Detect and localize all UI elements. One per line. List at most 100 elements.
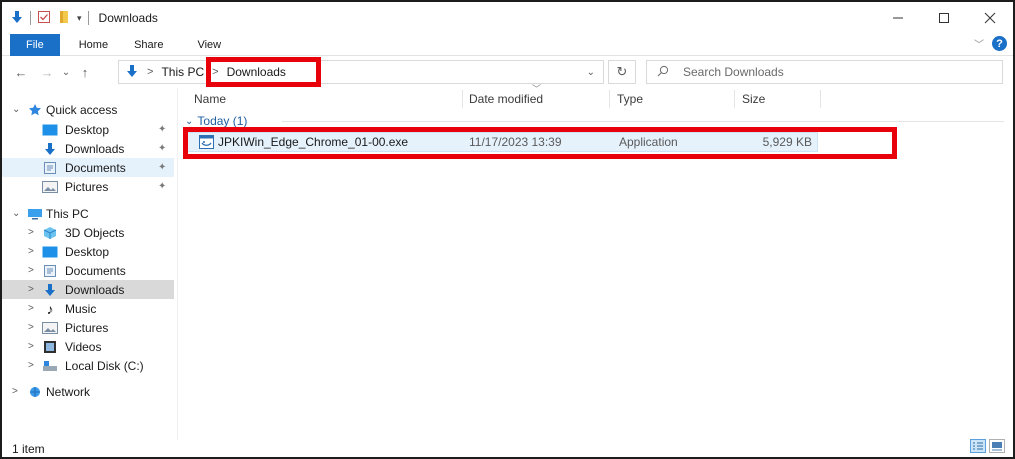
sidebar-item-quick-access[interactable]: ⌄ Quick access — [2, 100, 174, 119]
column-header-name[interactable]: Name — [194, 90, 226, 108]
sidebar-item-desktop[interactable]: > Desktop — [2, 242, 174, 261]
ribbon-right-controls: ﹀ ? — [974, 36, 1007, 51]
sidebar-item-pictures-pinned[interactable]: Pictures ✦ — [2, 177, 174, 196]
sidebar-item-local-disk[interactable]: > Local Disk (C:) — [2, 356, 174, 375]
minimize-button[interactable] — [875, 2, 921, 34]
breadcrumb-separator-icon[interactable]: > — [147, 66, 153, 78]
expand-arrow-icon[interactable]: > — [28, 303, 34, 314]
documents-icon — [42, 264, 58, 278]
sidebar-item-3d-objects[interactable]: > 3D Objects — [2, 223, 174, 242]
sidebar-item-desktop-pinned[interactable]: Desktop ✦ — [2, 120, 174, 139]
sidebar-item-label: Music — [65, 301, 97, 316]
properties-check-icon[interactable] — [37, 10, 51, 27]
expand-arrow-icon[interactable]: > — [28, 341, 34, 352]
new-folder-icon[interactable] — [57, 10, 71, 27]
sidebar-item-downloads-pinned[interactable]: Downloads ✦ — [2, 139, 174, 158]
expand-arrow-icon[interactable]: > — [28, 265, 34, 276]
sidebar-item-label: Desktop — [65, 122, 110, 137]
search-input[interactable]: Search Downloads — [646, 60, 1003, 84]
downloads-icon — [42, 142, 58, 156]
details-view-button[interactable] — [970, 439, 986, 453]
3d-objects-icon — [42, 226, 58, 240]
navigation-pane: ⌄ Quick access Desktop ✦ Downloads ✦ Doc… — [2, 88, 177, 440]
expand-chevron-icon[interactable]: ⌄ — [12, 208, 20, 219]
collapse-group-chevron-icon[interactable]: ⌄ — [185, 116, 193, 127]
group-divider — [282, 121, 1004, 122]
sidebar-item-label: Pictures — [65, 179, 109, 194]
back-button[interactable]: ← — [10, 65, 32, 80]
downloads-arrow-icon — [10, 10, 24, 27]
expand-arrow-icon[interactable]: > — [28, 360, 34, 371]
group-header-today[interactable]: ⌄ Today (1) — [185, 114, 247, 128]
view-toggle — [970, 439, 1005, 453]
maximize-button[interactable] — [921, 2, 967, 34]
sidebar-item-label: Local Disk (C:) — [65, 358, 144, 373]
title-divider — [87, 11, 89, 25]
forward-button[interactable]: → — [36, 65, 58, 80]
expand-arrow-icon[interactable]: > — [28, 227, 34, 238]
music-icon: ♪ — [46, 300, 54, 317]
sidebar-item-videos[interactable]: > Videos — [2, 337, 174, 356]
sidebar-item-pictures[interactable]: > Pictures — [2, 318, 174, 337]
column-header-type[interactable]: Type — [617, 90, 643, 108]
expand-arrow-icon[interactable]: > — [28, 246, 34, 257]
help-icon[interactable]: ? — [992, 36, 1007, 51]
network-icon — [27, 385, 43, 399]
pictures-icon — [42, 321, 58, 335]
sidebar-item-label: This PC — [46, 206, 89, 221]
pin-icon[interactable]: ✦ — [158, 143, 166, 154]
hard-drive-icon — [42, 359, 58, 373]
expand-ribbon-chevron-icon[interactable]: ﹀ — [974, 36, 984, 51]
up-button[interactable]: ↑ — [74, 65, 96, 80]
pin-icon[interactable]: ✦ — [158, 181, 166, 192]
videos-icon — [42, 340, 58, 354]
sidebar-item-label: Desktop — [65, 244, 110, 259]
column-divider[interactable] — [609, 90, 610, 108]
large-icons-view-button[interactable] — [989, 439, 1005, 453]
column-divider[interactable] — [462, 90, 463, 108]
highlight-box-file — [183, 127, 897, 159]
pin-icon[interactable]: ✦ — [158, 162, 166, 173]
computer-icon — [27, 207, 43, 221]
sidebar-item-documents[interactable]: > Documents — [2, 261, 174, 280]
refresh-button[interactable]: ↻ — [608, 60, 636, 84]
sidebar-item-this-pc[interactable]: ⌄ This PC — [2, 204, 174, 223]
sidebar-item-label: Quick access — [46, 102, 118, 117]
sidebar-item-music[interactable]: > ♪ Music — [2, 299, 174, 318]
expand-arrow-icon[interactable]: > — [28, 322, 34, 333]
star-icon — [27, 103, 43, 117]
group-label: Today (1) — [197, 114, 248, 128]
window-title: Downloads — [98, 11, 158, 25]
documents-icon — [42, 161, 58, 175]
quick-access-toolbar: ▾ Downloads — [2, 2, 158, 34]
toolbar-divider — [30, 11, 31, 25]
customize-toolbar-dropdown-icon[interactable]: ▾ — [77, 13, 82, 24]
address-bar[interactable]: > This PC > Downloads ⌄ — [118, 60, 604, 84]
pin-icon[interactable]: ✦ — [158, 124, 166, 135]
desktop-icon — [42, 123, 58, 137]
breadcrumb-this-pc[interactable]: This PC — [161, 65, 204, 79]
column-divider[interactable] — [820, 90, 821, 108]
sidebar-item-downloads[interactable]: > Downloads — [2, 280, 174, 299]
expand-chevron-icon[interactable]: ⌄ — [12, 104, 20, 115]
expand-arrow-icon[interactable]: > — [28, 284, 34, 295]
expand-arrow-icon[interactable]: > — [12, 386, 18, 397]
column-divider[interactable] — [734, 90, 735, 108]
sidebar-item-network[interactable]: > Network — [2, 382, 174, 401]
close-button[interactable] — [967, 2, 1013, 34]
downloads-location-icon — [125, 64, 139, 81]
tab-file[interactable]: File — [10, 33, 60, 56]
tab-share[interactable]: Share — [121, 34, 176, 56]
tab-home[interactable]: Home — [66, 34, 121, 56]
column-header-size[interactable]: Size — [742, 90, 765, 108]
sidebar-item-documents-pinned[interactable]: Documents ✦ — [2, 158, 174, 177]
highlight-box-address — [206, 57, 321, 87]
sidebar-item-label: Pictures — [65, 320, 109, 335]
tab-view[interactable]: View — [184, 34, 234, 56]
column-header-date-modified[interactable]: Date modified — [469, 90, 543, 108]
pane-divider[interactable] — [177, 88, 178, 440]
recent-locations-chevron-icon[interactable]: ⌄ — [58, 67, 74, 78]
address-dropdown-icon[interactable]: ⌄ — [587, 67, 595, 78]
sidebar-item-label: 3D Objects — [65, 225, 125, 240]
sidebar-item-label: Downloads — [65, 141, 125, 156]
